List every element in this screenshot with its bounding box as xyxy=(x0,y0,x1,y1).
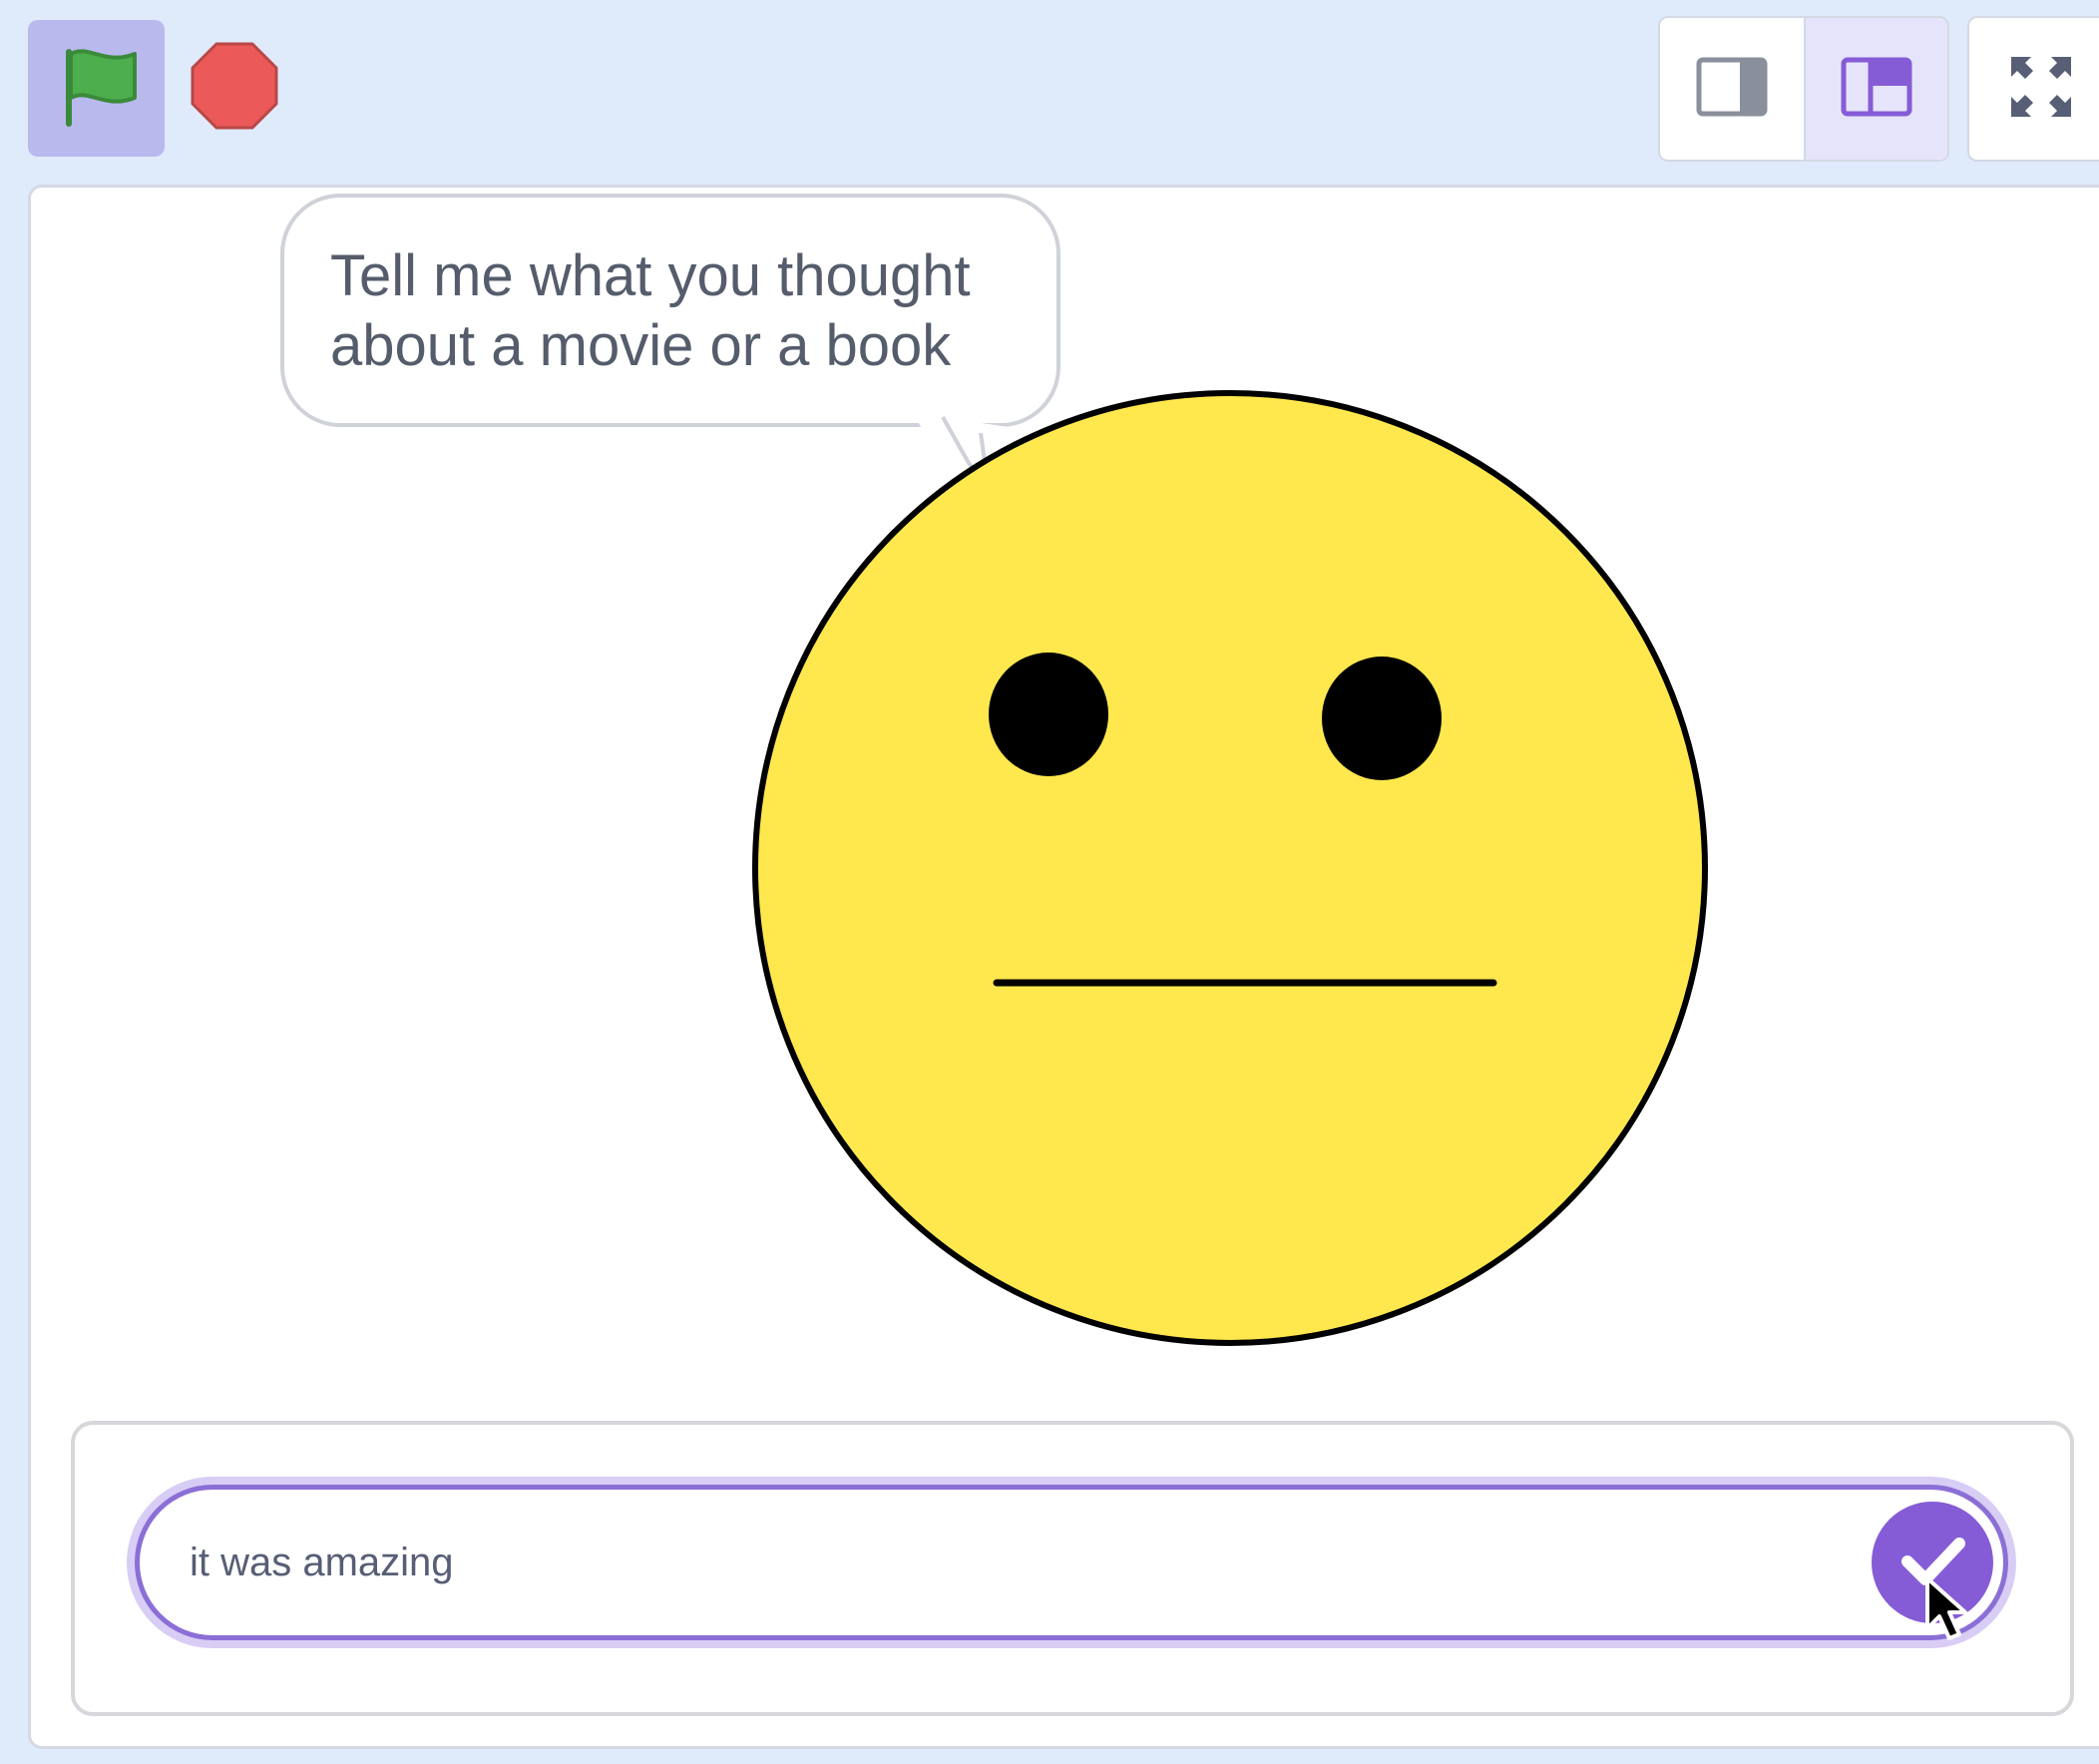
fullscreen-button[interactable] xyxy=(1967,16,2099,162)
right-eye xyxy=(1322,657,1442,780)
fullscreen-icon xyxy=(2009,55,2073,124)
small-stage-layout-icon xyxy=(1696,57,1768,122)
small-stage-button[interactable] xyxy=(1660,18,1804,160)
stage-layout-toggle xyxy=(1658,16,1949,162)
answer-input[interactable]: it was amazing xyxy=(190,1490,1806,1635)
answer-field: it was amazing xyxy=(135,1485,2008,1640)
stage-canvas[interactable]: Tell me what you thought about a movie o… xyxy=(28,185,2099,1749)
speech-bubble-line-2: about a movie or a book xyxy=(330,313,952,378)
normal-stage-button[interactable] xyxy=(1804,18,1947,160)
stop-sign-icon xyxy=(190,41,279,136)
neutral-face-sprite[interactable] xyxy=(749,387,1711,1349)
speech-bubble-line-1: Tell me what you thought xyxy=(330,243,971,308)
normal-stage-layout-icon xyxy=(1841,57,1912,122)
face-outline xyxy=(752,390,1708,1346)
checkmark-icon xyxy=(1893,1522,1971,1604)
green-flag-icon xyxy=(51,40,143,137)
green-flag-button[interactable] xyxy=(28,20,165,157)
left-eye xyxy=(989,653,1108,776)
ask-prompt-panel: it was amazing xyxy=(71,1421,2074,1716)
stop-button[interactable] xyxy=(190,41,279,136)
stage-toolbar xyxy=(0,0,2099,185)
submit-answer-button[interactable] xyxy=(1872,1502,1993,1623)
